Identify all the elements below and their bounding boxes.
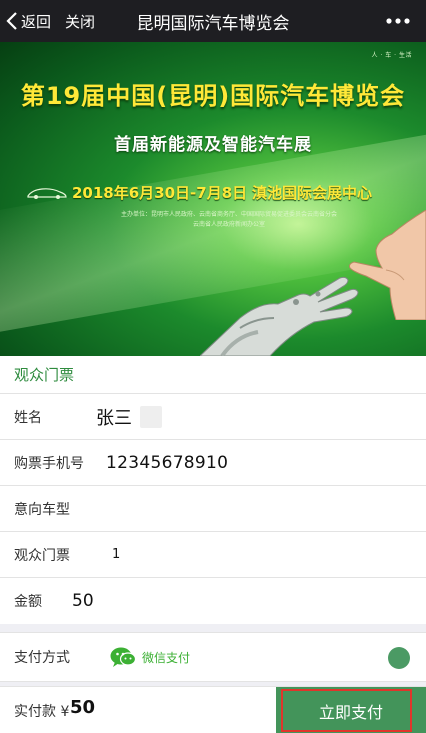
amount-value: 50: [72, 591, 94, 611]
phone-input[interactable]: 12345678910: [106, 453, 228, 473]
back-button[interactable]: 返回: [0, 0, 51, 42]
ticket-count-row: 观众门票 1: [0, 532, 426, 578]
total-label: 实付款 ¥: [14, 704, 70, 720]
banner-host-info: 主办单位：昆明市人民政府、云南省商务厅、中国国际贸易促进委员会云南省分会 云南省…: [84, 210, 374, 230]
car-silhouette-icon: [27, 188, 67, 199]
payment-method-row: 支付方式 微信支付: [0, 632, 426, 682]
human-hand-illustration: [349, 210, 426, 320]
total-amount: 50: [70, 697, 96, 718]
ticket-count-value[interactable]: 1: [112, 547, 120, 562]
robot-hand-illustration: [200, 276, 359, 356]
more-dots-icon: [386, 18, 410, 24]
wechat-pay-icon: [110, 647, 136, 667]
wechat-pay-label: 微信支付: [142, 650, 191, 665]
wechat-pay-option[interactable]: 微信支付: [110, 646, 190, 668]
name-input[interactable]: 张三: [96, 404, 132, 430]
ticket-section-header: 观众门票: [0, 356, 426, 394]
payment-selected-radio[interactable]: [388, 647, 410, 669]
host-line-2: 云南省人民政府新闻办公室: [192, 221, 265, 228]
car-model-label: 意向车型: [14, 501, 70, 518]
payment-method-label: 支付方式: [14, 650, 70, 666]
pay-now-button[interactable]: 立即支付: [276, 687, 426, 733]
car-model-row[interactable]: 意向车型: [0, 486, 426, 532]
checkout-bar: 实付款 ¥ 50 立即支付: [0, 686, 426, 733]
banner-venue: 滇池国际会展中心: [252, 184, 373, 202]
event-banner: 人 · 车 · 生活 第19届中国(昆明)国际汽车博览会 首届新能源及智能汽车展…: [0, 42, 426, 356]
more-button[interactable]: [380, 0, 416, 42]
amount-row: 金额 50: [0, 578, 426, 624]
banner-subtitle: 首届新能源及智能汽车展: [114, 135, 312, 155]
name-row: 姓名 张三: [0, 394, 426, 440]
redacted-block: [140, 406, 162, 428]
phone-row: 购票手机号 12345678910: [0, 440, 426, 486]
name-label: 姓名: [14, 409, 42, 426]
page-title: 昆明国际汽车博览会: [136, 13, 290, 34]
chevron-left-icon: [6, 12, 17, 30]
phone-label: 购票手机号: [14, 455, 84, 472]
close-button[interactable]: 关闭: [65, 11, 95, 32]
nav-bar: 返回 关闭 昆明国际汽车博览会: [0, 0, 426, 42]
banner-title: 第19届中国(昆明)国际汽车博览会: [20, 82, 406, 110]
banner-date: 2018年6月30日-7月8日: [72, 184, 248, 202]
back-label: 返回: [21, 12, 52, 31]
banner-logo: 人 · 车 · 生活: [371, 52, 412, 59]
amount-label: 金额: [14, 594, 42, 610]
ticket-count-label: 观众门票: [14, 547, 70, 564]
host-line-1: 主办单位：昆明市人民政府、云南省商务厅、中国国际贸易促进委员会云南省分会: [120, 211, 337, 218]
